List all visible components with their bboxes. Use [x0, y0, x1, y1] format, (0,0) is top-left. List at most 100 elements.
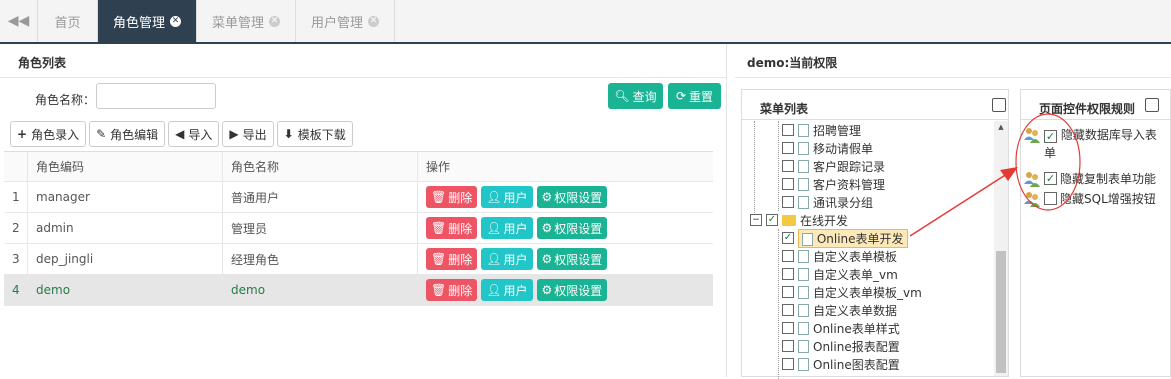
tab-home[interactable]: 首页	[38, 0, 98, 42]
document-icon	[798, 249, 809, 263]
tree-node[interactable]: Online报表配置	[782, 337, 900, 355]
import-button[interactable]: ◀ 导入	[168, 121, 220, 147]
close-icon[interactable]: ✕	[368, 15, 380, 27]
checkbox-checked[interactable]: ✓	[1044, 130, 1057, 143]
user-icon: 👤︎	[486, 221, 502, 235]
checkbox[interactable]	[1044, 192, 1057, 205]
delete-button[interactable]: 🗑︎ 删除	[426, 248, 478, 270]
folder-icon	[782, 214, 796, 226]
tree-node[interactable]: 自定义表单数据	[782, 301, 897, 319]
col-header[interactable]: 角色编码	[28, 152, 223, 181]
table-row[interactable]: 2 admin 管理员 🗑︎ 删除 👤︎ 用户 ⚙ 权限设置	[4, 213, 713, 244]
user-button[interactable]: 👤︎ 用户	[481, 186, 533, 208]
template-download-label: 模板下载	[297, 127, 346, 142]
checkbox-checked[interactable]: ✓	[1044, 172, 1057, 185]
table-row[interactable]: 3 dep_jingli 经理角色 🗑︎ 删除 👤︎ 用户 ⚙ 权限设置	[4, 244, 713, 275]
delete-label: 删除	[448, 190, 473, 205]
rule-item[interactable]: 隐藏SQL增强按钮	[1023, 190, 1168, 208]
tree-node[interactable]: 通讯录分组	[782, 193, 873, 211]
tree-node[interactable]: Online图表配置	[782, 355, 900, 373]
close-icon[interactable]: ✕	[269, 15, 281, 27]
collapse-icon[interactable]: −	[750, 214, 762, 226]
delete-button[interactable]: 🗑︎ 删除	[426, 279, 478, 301]
tab-scroll-left-icon[interactable]: ◀◀	[0, 0, 38, 42]
checkbox[interactable]	[782, 358, 794, 370]
scrollbar-thumb[interactable]	[996, 251, 1006, 373]
user-icon: 👤︎	[486, 190, 502, 204]
tab-user-label: 用户管理	[311, 15, 364, 31]
save-icon[interactable]	[992, 98, 1006, 112]
tree-node-label: Online表单开发	[816, 231, 904, 246]
permission-title: demo:当前权限	[735, 44, 1171, 78]
tree-node[interactable]: 客户跟踪记录	[782, 157, 885, 175]
permission-button[interactable]: ⚙ 权限设置	[536, 248, 608, 270]
row-index: 2	[4, 213, 28, 243]
checkbox[interactable]	[782, 286, 794, 298]
toolbar: + 角色录入 ✎ 角色编辑 ◀ 导入 ▶ 导出 ⬇ 模板下载	[10, 121, 353, 147]
edit-role-button[interactable]: ✎ 角色编辑	[89, 121, 166, 147]
tree-node[interactable]: 自定义表单模板	[782, 247, 897, 265]
rule-label: 隐藏复制表单功能	[1060, 172, 1157, 186]
delete-label: 删除	[448, 283, 473, 298]
rule-item[interactable]: ✓ 隐藏复制表单功能	[1023, 170, 1168, 188]
permission-button[interactable]: ⚙ 权限设置	[536, 279, 608, 301]
checkbox[interactable]	[782, 142, 794, 154]
export-button[interactable]: ▶ 导出	[222, 121, 274, 147]
add-role-button[interactable]: + 角色录入	[10, 121, 87, 147]
checkbox-checked[interactable]: ✓	[782, 232, 794, 244]
user-button[interactable]: 👤︎ 用户	[481, 248, 533, 270]
query-button[interactable]: 🔍︎ 查询	[608, 83, 663, 109]
save-icon[interactable]	[1145, 98, 1159, 112]
rule-label: 隐藏数据库导入表单	[1044, 128, 1157, 160]
actions-cell: 🗑︎ 删除 👤︎ 用户 ⚙ 权限设置	[418, 275, 713, 305]
tab-role-management[interactable]: 角色管理 ✕	[98, 0, 198, 42]
reset-label: 重置	[689, 89, 714, 104]
checkbox[interactable]	[782, 304, 794, 316]
tree-node-label: 招聘管理	[813, 123, 862, 138]
checkbox[interactable]	[782, 322, 794, 334]
reset-button[interactable]: ⟳ 重置	[668, 83, 721, 109]
tab-user-management[interactable]: 用户管理 ✕	[296, 0, 396, 42]
delete-button[interactable]: 🗑︎ 删除	[426, 217, 478, 239]
checkbox[interactable]	[782, 196, 794, 208]
tree-line	[778, 229, 779, 379]
user-button[interactable]: 👤︎ 用户	[481, 279, 533, 301]
tree-node[interactable]: 移动请假单	[782, 139, 873, 157]
template-download-button[interactable]: ⬇ 模板下载	[276, 121, 353, 147]
permission-button[interactable]: ⚙ 权限设置	[536, 186, 608, 208]
checkbox[interactable]	[782, 178, 794, 190]
scroll-up-icon[interactable]: ▲	[994, 121, 1008, 133]
role-code-cell: admin	[28, 213, 223, 243]
col-header[interactable]: 角色名称	[223, 152, 418, 181]
tree-node[interactable]: 自定义表单_vm	[782, 265, 898, 283]
role-name-input[interactable]	[96, 83, 216, 109]
scrollbar[interactable]: ▲	[994, 121, 1008, 376]
checkbox[interactable]	[782, 268, 794, 280]
checkbox[interactable]	[782, 340, 794, 352]
user-button[interactable]: 👤︎ 用户	[481, 217, 533, 239]
tree-node[interactable]: 客户资料管理	[782, 175, 885, 193]
tree-node-label: 自定义表单模板_vm	[813, 285, 922, 300]
checkbox[interactable]	[782, 250, 794, 262]
tree-node[interactable]: 自定义表单模板_vm	[782, 283, 922, 301]
tree-node-folder[interactable]: − ✓ 在线开发	[750, 211, 848, 229]
download-icon: ⬇	[283, 127, 294, 141]
tab-menu-management[interactable]: 菜单管理 ✕	[197, 0, 297, 42]
delete-label: 删除	[448, 252, 473, 267]
gear-icon: ⚙	[541, 190, 553, 204]
checkbox[interactable]	[782, 124, 794, 136]
export-label: 导出	[242, 127, 267, 142]
tree-node[interactable]: 招聘管理	[782, 121, 861, 139]
permission-button[interactable]: ⚙ 权限设置	[536, 217, 608, 239]
close-icon[interactable]: ✕	[170, 15, 182, 27]
tree-node-selected[interactable]: ✓ Online表单开发	[782, 228, 908, 248]
tree-node[interactable]: Online表单样式	[782, 319, 900, 337]
row-index: 3	[4, 244, 28, 274]
delete-button[interactable]: 🗑︎ 删除	[426, 186, 478, 208]
table-row[interactable]: 1 manager 普通用户 🗑︎ 删除 👤︎ 用户 ⚙ 权限设置	[4, 182, 713, 213]
users-icon	[1023, 170, 1041, 188]
checkbox[interactable]	[782, 160, 794, 172]
rule-item[interactable]: ✓ 隐藏数据库导入表单	[1023, 126, 1168, 162]
table-row-selected[interactable]: 4 demo demo 🗑︎ 删除 👤︎ 用户 ⚙ 权限设置	[4, 275, 713, 306]
checkbox-checked[interactable]: ✓	[766, 214, 778, 226]
